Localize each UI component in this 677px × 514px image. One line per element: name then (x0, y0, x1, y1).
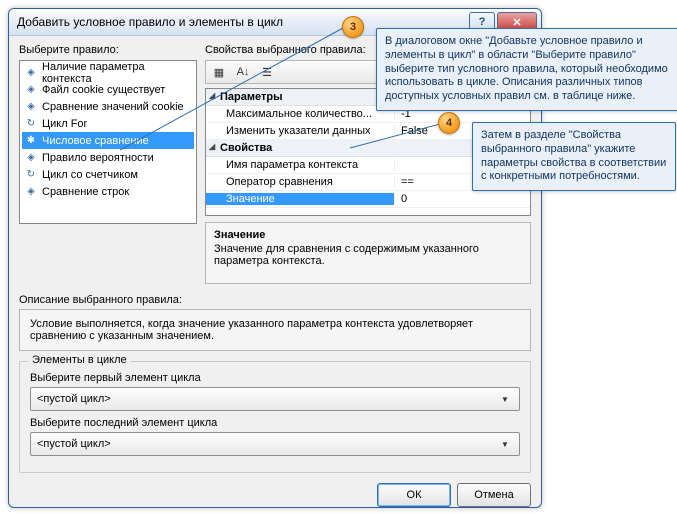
callout-badge-4: 4 (438, 112, 460, 134)
rule-label: Числовое сравнение (42, 135, 149, 147)
rule-item[interactable]: ↻ Цикл со счетчиком (22, 166, 194, 183)
rule-label: Правило вероятности (42, 152, 154, 164)
chevron-down-icon: ▼ (497, 440, 513, 449)
chevron-down-icon: ▼ (497, 395, 513, 404)
rule-icon: ◈ (24, 151, 38, 165)
first-item-label: Выберите первый элемент цикла (30, 372, 520, 384)
property-description: Значение Значение для сравнения с содерж… (205, 222, 531, 284)
rule-icon: ◈ (24, 83, 38, 97)
last-item-label: Выберите последний элемент цикла (30, 417, 520, 429)
combo-value: <пустой цикл> (37, 393, 497, 405)
rule-desc-body: Условие выполняется, когда значение указ… (19, 309, 531, 351)
rule-desc-label: Описание выбранного правила: (19, 294, 531, 306)
callout-3: В диалоговом окне "Добавьте условное пра… (376, 28, 677, 111)
rule-label: Файл cookie существует (42, 84, 165, 96)
cancel-button[interactable]: Отмена (457, 483, 531, 507)
loop-items-group: Элементы в цикле Выберите первый элемент… (19, 361, 531, 473)
sort-az-icon[interactable]: A↓ (234, 63, 252, 81)
rule-item[interactable]: ✱ Числовое сравнение (22, 132, 194, 149)
dialog-buttons: ОК Отмена (19, 483, 531, 507)
combo-value: <пустой цикл> (37, 438, 497, 450)
rule-icon: ↻ (24, 168, 38, 182)
rule-list[interactable]: ◈Наличие параметра контекста◈Файл cookie… (19, 60, 197, 224)
rule-label: Цикл For (42, 118, 87, 130)
callout-4: Затем в разделе "Свойства выбранного пра… (472, 122, 676, 191)
pg-name: Оператор сравнения (206, 176, 395, 188)
rule-label: Цикл со счетчиком (42, 169, 138, 181)
ok-button[interactable]: ОК (377, 483, 451, 507)
rule-item[interactable]: ◈Наличие параметра контекста (22, 64, 194, 81)
pg-name: Значение (206, 193, 395, 205)
last-item-combo[interactable]: <пустой цикл> ▼ (30, 432, 520, 456)
rule-icon: ✱ (24, 134, 38, 148)
choose-rule-label: Выберите правило: (19, 44, 197, 56)
pg-name: Изменить указатели данных (206, 125, 395, 137)
rule-item[interactable]: ↻ Цикл For (22, 115, 194, 132)
rule-item[interactable]: ◈ Сравнение значений cookie (22, 98, 194, 115)
rule-item[interactable]: ◈ Сравнение строк (22, 183, 194, 200)
rule-icon: ◈ (24, 100, 38, 114)
rule-icon: ◈ (24, 66, 38, 80)
callout-badge-3: 3 (342, 16, 364, 38)
prop-pages-icon[interactable]: ☰ (258, 63, 276, 81)
pg-name: Максимальное количество... (206, 108, 395, 120)
pg-name: Имя параметра контекста (206, 159, 395, 171)
categorized-icon[interactable]: ▦ (210, 63, 228, 81)
rule-label: Сравнение значений cookie (42, 101, 184, 113)
rule-item[interactable]: ◈ Правило вероятности (22, 149, 194, 166)
loop-legend: Элементы в цикле (28, 354, 131, 366)
rule-label: Сравнение строк (42, 186, 129, 198)
window-title: Добавить условное правило и элементы в ц… (17, 15, 467, 29)
pg-value[interactable]: 0 (395, 193, 530, 205)
rule-label: Наличие параметра контекста (42, 61, 192, 85)
first-item-combo[interactable]: <пустой цикл> ▼ (30, 387, 520, 411)
rule-icon: ↻ (24, 117, 38, 131)
pg-row-value[interactable]: Значение 0 (206, 191, 530, 208)
desc-body: Значение для сравнения с содержимым указ… (214, 243, 522, 267)
rule-icon: ◈ (24, 185, 38, 199)
desc-header: Значение (214, 229, 522, 241)
